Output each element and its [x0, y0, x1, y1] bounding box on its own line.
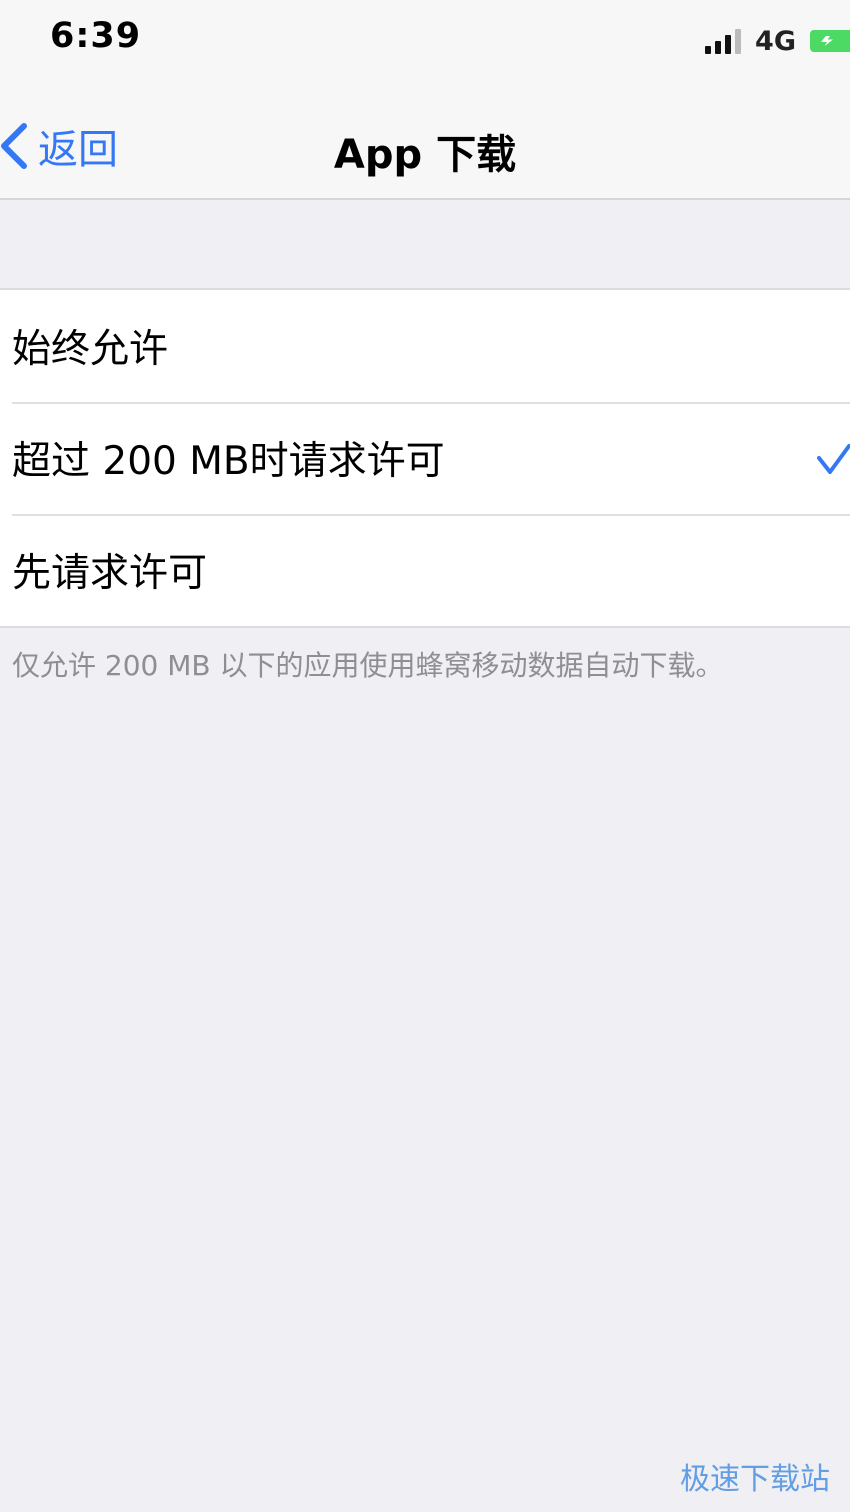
- status-time: 6:39: [50, 16, 142, 56]
- status-bar: 6:39 4G: [0, 0, 850, 82]
- status-indicators: 4G: [705, 24, 850, 58]
- option-label: 先请求许可: [12, 551, 208, 596]
- battery-charging-icon: [810, 30, 850, 52]
- option-ask-over-200mb[interactable]: 超过 200 MB时请求许可: [0, 402, 850, 514]
- network-type: 4G: [755, 25, 796, 57]
- footer-note: 仅允许 200 MB 以下的应用使用蜂窝移动数据自动下载。: [12, 649, 724, 682]
- watermark: 极速下载站: [680, 1462, 830, 1497]
- page-title: App 下载: [333, 132, 517, 178]
- option-ask-first[interactable]: 先请求许可: [0, 514, 850, 626]
- download-options-list: 始终允许 超过 200 MB时请求许可 先请求许可: [0, 288, 850, 628]
- checkmark-icon: [816, 440, 850, 478]
- option-always-allow[interactable]: 始终允许: [0, 290, 850, 402]
- option-label: 始终允许: [12, 327, 169, 372]
- signal-icon: [705, 28, 742, 54]
- option-label: 超过 200 MB时请求许可: [12, 439, 445, 484]
- navigation-bar: 返回 App 下载: [0, 82, 850, 200]
